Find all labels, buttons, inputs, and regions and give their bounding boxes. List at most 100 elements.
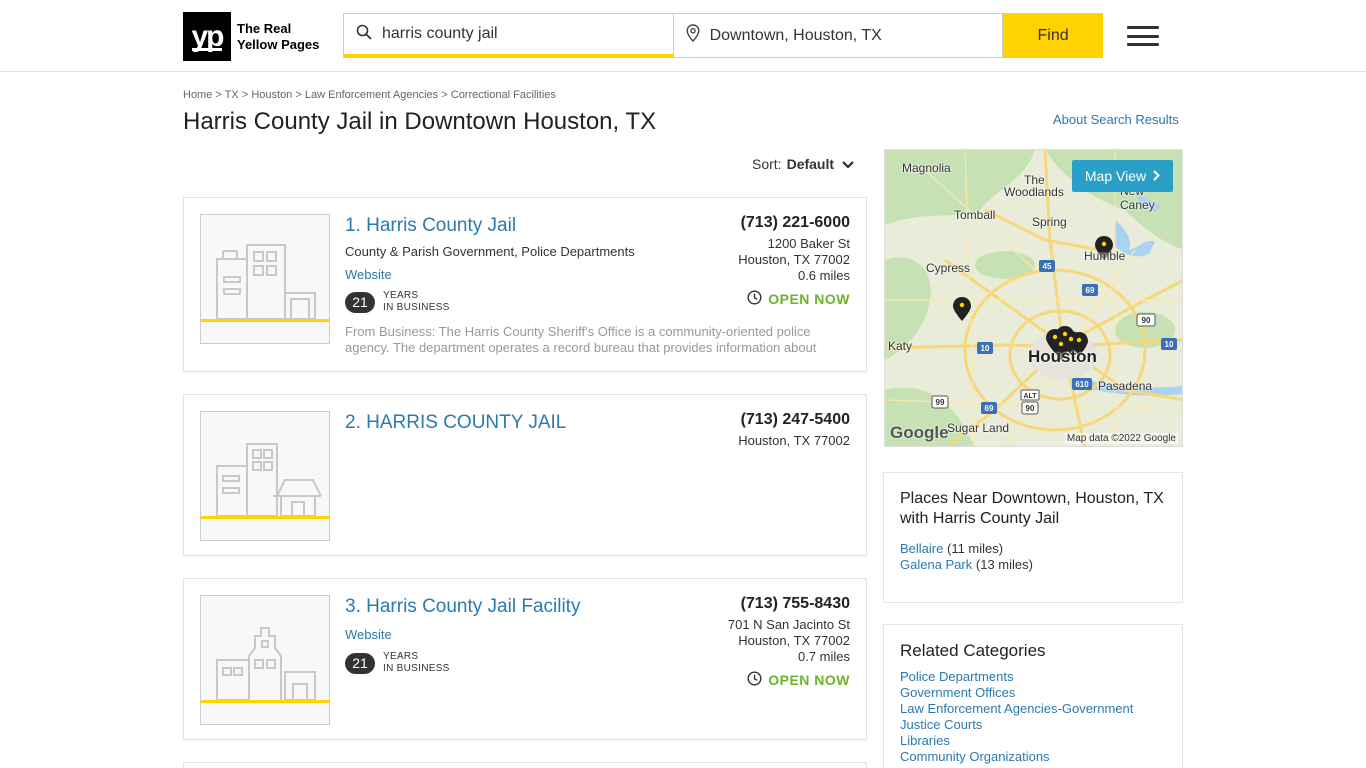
years-label-line1: YEARS	[383, 290, 419, 301]
breadcrumb: Home > TX > Houston > Law Enforcement Ag…	[183, 89, 556, 101]
logo-line-2: Yellow Pages	[237, 36, 320, 52]
map-label-woodlands: Woodlands	[1004, 185, 1064, 199]
years-badge: 21	[345, 291, 375, 313]
years-label-line2: IN BUSINESS	[383, 663, 450, 674]
page-title: Harris County Jail in Downtown Houston, …	[183, 108, 657, 135]
breadcrumb-sep: >	[295, 89, 302, 101]
clock-icon	[747, 290, 762, 308]
phone-number[interactable]: (713) 247-5400	[738, 411, 850, 429]
map-label-tomball: Tomball	[954, 208, 996, 222]
location-input[interactable]	[709, 26, 970, 45]
related-category-link[interactable]: Police Departments	[900, 669, 1166, 685]
result-snippet: From Business: The Harris County Sheriff…	[345, 324, 817, 355]
distance: 0.6 miles	[797, 268, 850, 283]
related-category-link[interactable]: Government Offices	[900, 685, 1166, 701]
svg-text:69: 69	[985, 404, 994, 413]
about-search-results-link[interactable]: About Search Results	[1053, 112, 1179, 127]
map-view-label: Map View	[1084, 168, 1147, 184]
place-link-galena-park[interactable]: Galena Park	[900, 557, 972, 572]
open-status: OPEN NOW	[738, 290, 850, 308]
logo-line-1: The Real	[237, 20, 292, 36]
header: yp The Real Yellow Pages Find	[0, 0, 1366, 72]
svg-text:69: 69	[1086, 286, 1095, 295]
chevron-down-icon	[842, 156, 854, 172]
related-category-link[interactable]: Justice Courts	[900, 717, 1166, 733]
related-category-link[interactable]: Libraries	[900, 733, 1166, 749]
search-input[interactable]	[382, 25, 642, 43]
map-view-button[interactable]: Map View	[1072, 160, 1173, 192]
related-categories-title: Related Categories	[900, 641, 1046, 660]
city-address: Houston, TX 77002	[738, 433, 850, 448]
phone-number[interactable]: (713) 755-8430	[728, 595, 850, 613]
svg-text:ALT: ALT	[1023, 393, 1037, 400]
years-badge: 21	[345, 652, 375, 674]
breadcrumb-houston[interactable]: Houston	[251, 89, 292, 101]
map-label-houston: Houston	[1028, 347, 1097, 366]
breadcrumb-sep: >	[241, 89, 249, 101]
breadcrumb-tx[interactable]: TX	[225, 89, 239, 101]
yp-logo-mark: yp	[183, 12, 231, 61]
google-logo: Google	[890, 423, 949, 442]
street-address: 1200 Baker St	[767, 236, 850, 251]
result-name-link[interactable]: 2. HARRIS COUNTY JAIL	[345, 412, 566, 434]
result-name-link[interactable]: 3. Harris County Jail Facility	[345, 596, 580, 618]
results-map[interactable]: 45 69 90 10 10 610 99 69 ALT 90 Magnolia…	[884, 149, 1183, 447]
city-address: Houston, TX 77002	[738, 633, 850, 648]
map-label-sugar-land: Sugar Land	[947, 421, 1010, 435]
years-label: YEARS IN BUSINESS	[383, 290, 450, 314]
place-distance: (11 miles)	[946, 541, 1004, 556]
related-categories-panel: Related Categories Police Departments Go…	[883, 624, 1183, 768]
breadcrumb-home[interactable]: Home	[183, 89, 212, 101]
breadcrumb-correctional[interactable]: Correctional Facilities	[451, 89, 556, 101]
result-name-link[interactable]: 1. Harris County Jail	[345, 215, 516, 237]
map-label-humble: Humble	[1084, 249, 1126, 263]
chevron-right-icon	[1153, 168, 1161, 184]
open-now-label: OPEN NOW	[768, 672, 850, 688]
years-label: YEARS IN BUSINESS	[383, 651, 450, 675]
building-icon	[201, 627, 329, 703]
related-category-link[interactable]: Community Organizations	[900, 749, 1166, 765]
hamburger-menu-icon[interactable]	[1127, 26, 1159, 46]
related-category-link[interactable]: Law Enforcement Agencies-Government	[900, 701, 1166, 717]
map-label-spring: Spring	[1032, 215, 1067, 229]
search-what-box[interactable]	[343, 13, 674, 58]
find-button[interactable]: Find	[1003, 13, 1103, 58]
svg-text:10: 10	[1165, 340, 1174, 349]
years-label-line1: YEARS	[383, 651, 419, 662]
places-near-panel: Places Near Downtown, Houston, TX with H…	[883, 472, 1183, 603]
sort-label: Sort:	[752, 156, 782, 172]
building-icon	[201, 244, 329, 322]
website-link[interactable]: Website	[345, 267, 392, 282]
location-pin-icon	[686, 24, 700, 47]
breadcrumb-law-enforcement[interactable]: Law Enforcement Agencies	[305, 89, 438, 101]
business-placeholder-image[interactable]	[200, 411, 330, 541]
map-label-cypress: Cypress	[926, 261, 971, 275]
place-item: Galena Park (13 miles)	[900, 557, 1166, 573]
svg-text:10: 10	[981, 344, 990, 353]
street-address: 701 N San Jacinto St	[727, 617, 850, 632]
search-where-box[interactable]	[673, 13, 1004, 58]
business-placeholder-image[interactable]	[200, 214, 330, 344]
years-in-business: 21 YEARS IN BUSINESS	[345, 651, 450, 675]
place-item: Bellaire (11 miles)	[900, 541, 1166, 557]
svg-text:610: 610	[1075, 380, 1089, 389]
sort-value: Default	[786, 156, 835, 172]
business-placeholder-image[interactable]	[200, 595, 330, 725]
result-categories: County & Parish Government, Police Depar…	[345, 244, 635, 259]
years-label-line2: IN BUSINESS	[383, 302, 450, 313]
website-link[interactable]: Website	[345, 627, 392, 642]
result-card: 1. Harris County Jail County & Parish Go…	[183, 197, 867, 372]
map-label-pasadena: Pasadena	[1098, 379, 1153, 393]
yp-logo[interactable]: yp The Real Yellow Pages	[183, 12, 319, 61]
result-contact: (713) 755-8430 701 N San Jacinto St Hous…	[728, 595, 850, 689]
sort-dropdown[interactable]: Sort: Default	[752, 156, 854, 172]
result-card: 3. Harris County Jail Facility Website 2…	[183, 578, 867, 740]
svg-text:90: 90	[1142, 316, 1151, 325]
result-card: 2. HARRIS COUNTY JAIL (713) 247-5400 Hou…	[183, 394, 867, 556]
place-link-bellaire[interactable]: Bellaire	[900, 541, 943, 556]
phone-number[interactable]: (713) 221-6000	[738, 214, 850, 232]
result-contact: (713) 221-6000 1200 Baker St Houston, TX…	[738, 214, 850, 308]
clock-icon	[747, 671, 762, 689]
city-address: Houston, TX 77002	[738, 252, 850, 267]
map-credit: Map data ©2022 Google	[1064, 433, 1178, 444]
